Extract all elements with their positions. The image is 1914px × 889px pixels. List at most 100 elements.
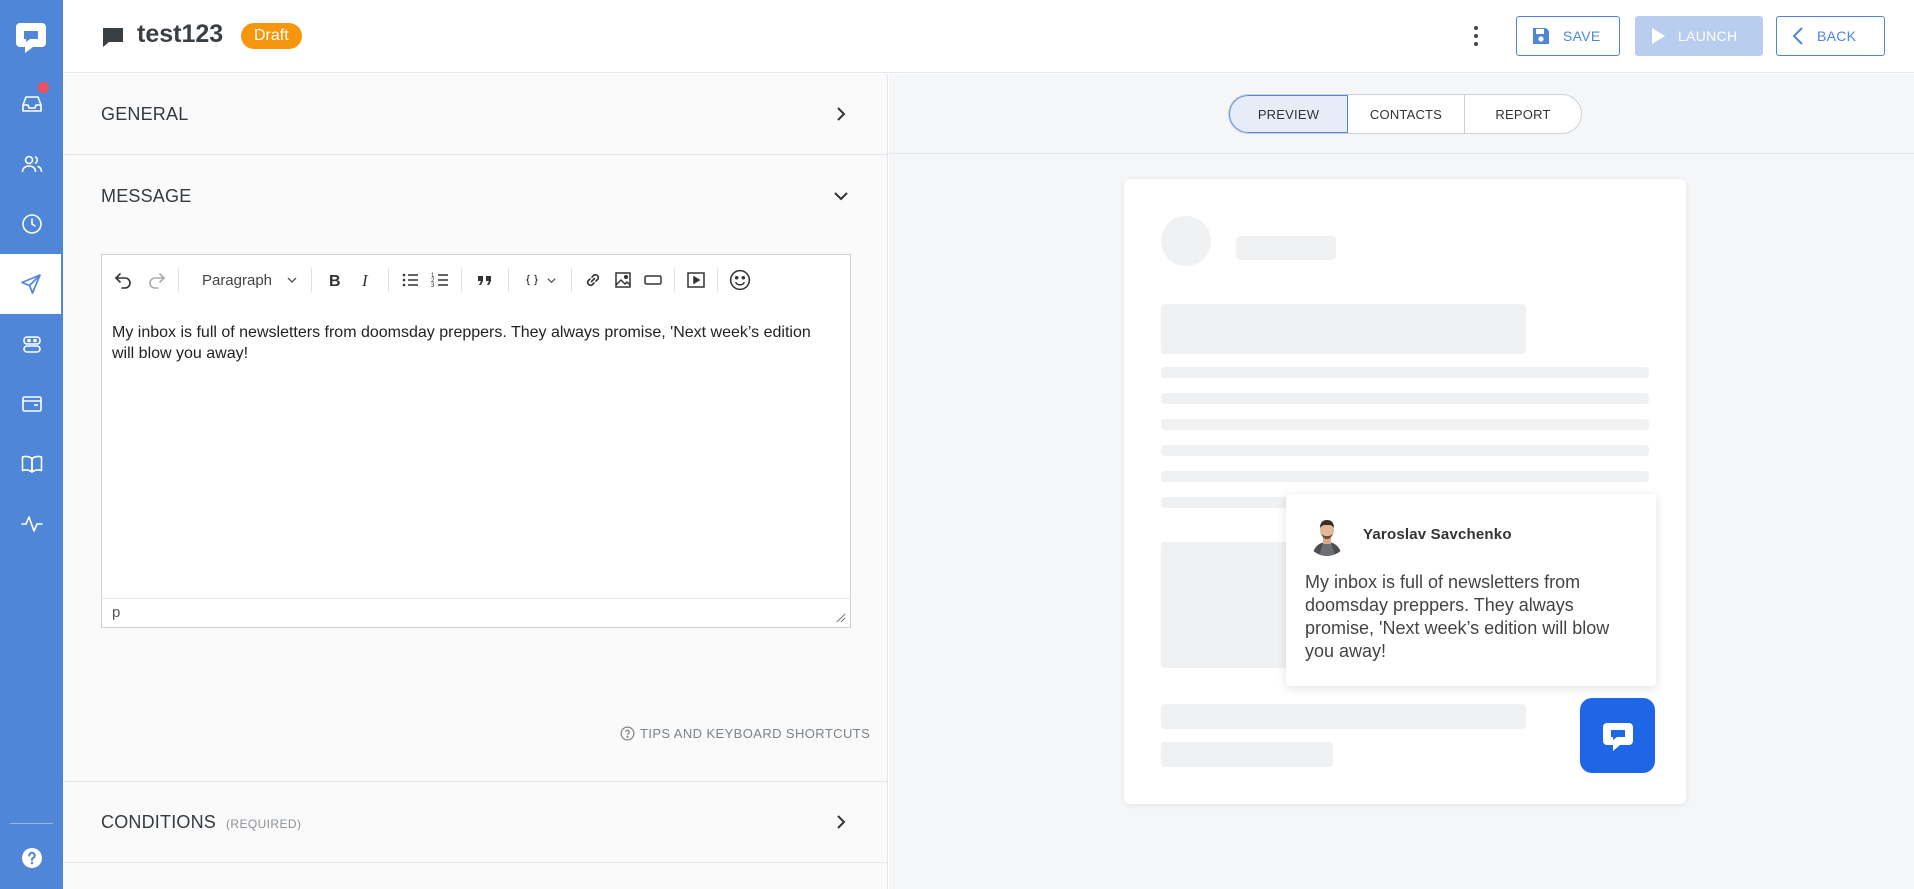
skeleton-line <box>1161 742 1333 767</box>
sidebar-item-analytics[interactable] <box>0 494 63 554</box>
contacts-icon <box>21 155 42 173</box>
floppy-icon <box>1533 28 1549 44</box>
numbered-list-button[interactable]: 1 2 3 <box>425 265 455 295</box>
preview-tabs-bar: PREVIEW CONTACTS REPORT <box>889 74 1914 154</box>
header: test123 Draft SAVE LAUNCH BACK <box>63 0 1914 73</box>
send-icon <box>20 274 41 294</box>
page-title: test123 <box>137 20 224 48</box>
chevron-right-icon <box>837 815 846 829</box>
chat-message-popup[interactable]: Yaroslav Savchenko My inbox is full of n… <box>1286 494 1656 686</box>
sender-avatar <box>1306 514 1348 556</box>
element-path[interactable]: p <box>112 604 120 621</box>
tab-contacts[interactable]: CONTACTS <box>1348 95 1465 133</box>
toolbar-separator <box>388 268 389 292</box>
curly-braces-icon <box>525 274 538 286</box>
button-icon <box>644 275 662 285</box>
section-message-title[interactable]: MESSAGE <box>101 186 191 207</box>
sidebar-item-bots[interactable] <box>0 314 63 374</box>
chat-message-text: My inbox is full of newsletters from doo… <box>1305 572 1610 661</box>
sidebar-item-campaigns[interactable] <box>0 254 61 314</box>
help-icon <box>21 848 42 868</box>
chat-launcher-button[interactable] <box>1580 698 1655 773</box>
undo-button[interactable] <box>104 265 142 295</box>
resize-handle-icon[interactable] <box>834 611 846 623</box>
launch-button[interactable]: LAUNCH <box>1635 16 1763 56</box>
link-icon <box>586 273 600 287</box>
skeleton-line <box>1161 367 1649 378</box>
toolbar-separator <box>717 268 718 292</box>
tab-report[interactable]: REPORT <box>1465 95 1581 133</box>
insert-link-button[interactable] <box>578 265 608 295</box>
svg-text:I: I <box>361 271 369 290</box>
blockquote-button[interactable] <box>468 265 502 295</box>
chevron-down-icon[interactable] <box>833 188 849 204</box>
skeleton-line <box>1161 471 1649 482</box>
skeleton-line <box>1161 393 1649 404</box>
toolbar-separator <box>461 268 462 292</box>
sender-name: Yaroslav Savchenko <box>1363 526 1512 543</box>
block-format-select[interactable]: Paragraph <box>185 265 305 295</box>
rich-text-editor: Paragraph B I 1 2 3 My inbox is full of … <box>101 254 851 628</box>
preview-tabs: PREVIEW CONTACTS REPORT <box>1228 94 1582 134</box>
skeleton-line <box>1161 445 1649 456</box>
quote-icon <box>478 276 491 285</box>
play-icon <box>1652 28 1665 44</box>
more-options-icon[interactable] <box>1468 24 1484 48</box>
skeleton-line <box>1161 419 1649 430</box>
preview-panel: PREVIEW CONTACTS REPORT Yaroslav Savchen… <box>889 74 1914 889</box>
insert-video-button[interactable] <box>681 265 711 295</box>
bold-icon: B <box>329 273 341 290</box>
section-general-title: GENERAL <box>101 104 189 124</box>
settings-panel: GENERAL MESSAGE Paragraph B I 1 2 3 My i… <box>63 74 888 889</box>
sidebar-item-knowledge-base[interactable] <box>0 434 63 494</box>
smiley-icon <box>729 269 751 291</box>
sidebar-item-wallet[interactable] <box>0 374 63 434</box>
tips-link[interactable]: TIPS AND KEYBOARD SHORTCUTS <box>620 726 870 741</box>
chat-icon <box>1602 722 1633 751</box>
skeleton-line <box>1161 497 1301 508</box>
insert-image-button[interactable] <box>608 265 638 295</box>
block-format-value: Paragraph <box>201 271 273 289</box>
chevron-down-icon <box>287 277 297 283</box>
numbered-list-icon: 1 2 3 <box>431 273 448 289</box>
bullet-list-icon <box>402 273 418 287</box>
save-button[interactable]: SAVE <box>1516 16 1620 56</box>
section-conditions-title: CONDITIONS (REQUIRED) <box>101 812 301 833</box>
history-icon <box>21 214 42 234</box>
insert-button-button[interactable] <box>638 265 668 295</box>
required-label: (REQUIRED) <box>226 817 302 831</box>
section-general[interactable]: GENERAL <box>63 74 888 155</box>
launch-label: LAUNCH <box>1678 28 1738 44</box>
redo-icon <box>149 273 166 289</box>
section-message: MESSAGE Paragraph B I 1 2 3 My inbox is … <box>63 155 888 782</box>
conditions-label: CONDITIONS <box>101 812 217 832</box>
toolbar-separator <box>178 268 179 292</box>
skeleton-block <box>1161 542 1301 668</box>
app-logo-icon[interactable] <box>14 20 48 54</box>
redo-button[interactable] <box>142 265 172 295</box>
save-label: SAVE <box>1563 28 1601 44</box>
chevron-down-icon <box>546 277 556 283</box>
skeleton-heading <box>1161 304 1526 354</box>
sidebar-item-help[interactable] <box>0 828 63 888</box>
sidebar <box>0 0 63 889</box>
toolbar-separator <box>311 268 312 292</box>
sidebar-item-history[interactable] <box>0 194 63 254</box>
italic-button[interactable]: I <box>350 265 382 295</box>
chevron-right-icon <box>837 107 846 121</box>
back-button[interactable]: BACK <box>1776 16 1885 56</box>
sidebar-item-inbox[interactable] <box>0 74 63 134</box>
notification-dot <box>38 82 49 93</box>
skeleton-line <box>1161 704 1526 729</box>
section-conditions[interactable]: CONDITIONS (REQUIRED) <box>63 782 888 863</box>
sidebar-item-contacts[interactable] <box>0 134 63 194</box>
emoji-button[interactable] <box>724 265 756 295</box>
bullet-list-button[interactable] <box>395 265 425 295</box>
editor-statusbar: p <box>102 598 850 627</box>
tab-preview[interactable]: PREVIEW <box>1229 95 1348 133</box>
bot-icon <box>22 336 41 353</box>
svg-text:B: B <box>329 273 341 290</box>
editor-content[interactable]: My inbox is full of newsletters from doo… <box>112 322 837 364</box>
variables-select[interactable] <box>515 265 565 295</box>
bold-button[interactable]: B <box>318 265 350 295</box>
